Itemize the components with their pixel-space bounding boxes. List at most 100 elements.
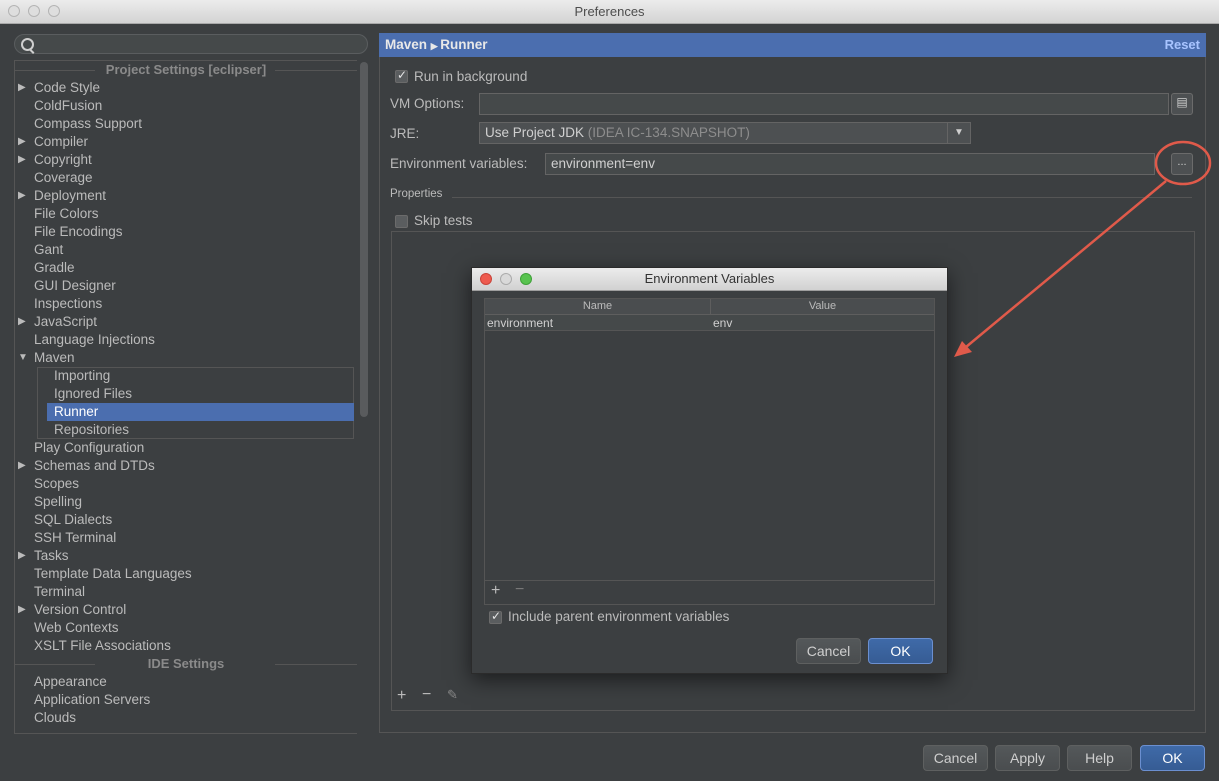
zoom-window-button[interactable] [48,5,60,17]
tree-item-copyright[interactable]: ▶ Copyright [15,151,357,169]
tree-item-application-servers[interactable]: Application Servers [15,691,357,709]
tree-item-deployment[interactable]: ▶ Deployment [15,187,357,205]
tree-item-compass-support[interactable]: Compass Support [15,115,357,133]
breadcrumb-current: Runner [440,37,488,52]
tree-item-sql-dialects[interactable]: SQL Dialects [15,511,357,529]
tree-item-scopes[interactable]: Scopes [15,475,357,493]
tree-item-ssh-terminal[interactable]: SSH Terminal [15,529,357,547]
tree-item-compiler[interactable]: ▶ Compiler [15,133,357,151]
tree-item-javascript[interactable]: ▶ JavaScript [15,313,357,331]
tree-item-coldfusion[interactable]: ColdFusion [15,97,357,115]
project-settings-group: Project Settings [eclipser] [15,61,357,79]
include-parent-label: Include parent environment variables [508,609,730,624]
table-toolbar-divider [485,580,934,581]
jre-select[interactable]: Use Project JDK (IDEA IC-134.SNAPSHOT) ▼ [479,122,971,144]
run-in-background-label: Run in background [414,69,528,84]
window-titlebar: Preferences [0,0,1219,24]
tree-item-language-injections[interactable]: Language Injections [15,331,357,349]
tree-item-terminal[interactable]: Terminal [15,583,357,601]
ide-settings-group: IDE Settings [15,655,357,673]
tree-item-gui-designer[interactable]: GUI Designer [15,277,357,295]
env-vars-label: Environment variables: [390,156,528,171]
env-vars-table[interactable]: Name Value environment env + − [484,298,935,605]
env-vars-input[interactable]: environment=env [545,153,1155,175]
skip-tests-label: Skip tests [414,213,473,228]
jre-label: JRE: [390,126,420,141]
cancel-button[interactable]: Cancel [923,745,988,771]
dialog-title: Environment Variables [644,271,775,286]
jre-hint: (IDEA IC-134.SNAPSHOT) [587,125,750,140]
help-button[interactable]: Help [1067,745,1132,771]
collapse-arrow-icon[interactable]: ▼ [18,349,28,367]
tree-item-ignored-files[interactable]: Ignored Files [37,385,354,403]
expand-arrow-icon[interactable]: ▶ [18,601,26,619]
expand-arrow-icon[interactable]: ▶ [18,457,26,475]
tree-item-repositories[interactable]: Repositories [37,421,354,439]
scrollbar-thumb[interactable] [360,62,368,417]
dialog-titlebar: Environment Variables [472,268,947,291]
close-window-button[interactable] [8,5,20,17]
breadcrumb-parent: Maven [385,37,428,52]
tree-item-importing[interactable]: Importing [37,367,354,385]
window-title: Preferences [574,4,645,19]
search-icon [21,38,34,51]
dialog-zoom-button[interactable] [520,273,532,285]
minimize-window-button[interactable] [28,5,40,17]
apply-button[interactable]: Apply [995,745,1060,771]
tree-item-gradle[interactable]: Gradle [15,259,357,277]
expand-arrow-icon[interactable]: ▶ [18,133,26,151]
tree-item-inspections[interactable]: Inspections [15,295,357,313]
tree-item-file-encodings[interactable]: File Encodings [15,223,357,241]
tree-item-spelling[interactable]: Spelling [15,493,357,511]
table-row-value-cell[interactable]: env [711,315,934,331]
vm-options-label: VM Options: [390,96,465,111]
panel-header: Maven ▶ Runner Reset [379,33,1206,57]
add-icon[interactable]: + [491,582,500,600]
table-row-name-cell[interactable]: environment [485,315,711,331]
dropdown-arrow-icon: ▼ [947,123,970,143]
tree-item-appearance[interactable]: Appearance [15,673,357,691]
tree-item-gant[interactable]: Gant [15,241,357,259]
tree-item-code-style[interactable]: ▶ Code Style [15,79,357,97]
tree-item-maven[interactable]: ▼ Maven [15,349,357,367]
tree-item-runner[interactable]: Runner [47,403,354,421]
expand-arrow-icon[interactable]: ▶ [18,547,26,565]
jre-selected-value: Use Project JDK [485,125,585,140]
remove-icon[interactable]: − [515,581,524,599]
vm-options-input[interactable] [479,93,1169,115]
expand-arrow-icon[interactable]: ▶ [18,79,26,97]
settings-tree-scrollbar[interactable] [358,60,370,732]
tree-item-web-contexts[interactable]: Web Contexts [15,619,357,637]
ok-button[interactable]: OK [1140,745,1205,771]
expand-arrow-icon[interactable]: ▶ [18,187,26,205]
tree-item-file-colors[interactable]: File Colors [15,205,357,223]
env-vars-browse-button[interactable]: ... [1171,153,1193,175]
environment-variables-dialog: Environment Variables Name Value environ… [471,267,948,674]
expand-vm-icon[interactable]: ▤ [1171,93,1193,115]
tree-item-version-control[interactable]: ▶ Version Control [15,601,357,619]
edit-icon[interactable]: ✎ [447,687,458,703]
column-header-value[interactable]: Value [711,299,934,315]
tree-item-coverage[interactable]: Coverage [15,169,357,187]
tree-item-xslt-file-associations[interactable]: XSLT File Associations [15,637,357,655]
column-header-name[interactable]: Name [485,299,711,315]
remove-icon[interactable]: − [422,686,431,704]
tree-item-tasks[interactable]: ▶ Tasks [15,547,357,565]
dialog-ok-button[interactable]: OK [868,638,933,664]
include-parent-checkbox[interactable] [489,609,502,624]
reset-link[interactable]: Reset [1165,37,1200,52]
tree-item-template-data-languages[interactable]: Template Data Languages [15,565,357,583]
run-in-background-checkbox[interactable] [395,68,408,83]
tree-item-clouds[interactable]: Clouds [15,709,357,727]
expand-arrow-icon[interactable]: ▶ [18,313,26,331]
dialog-close-button[interactable] [480,273,492,285]
skip-tests-checkbox[interactable] [395,215,408,228]
add-icon[interactable]: + [397,687,406,705]
tree-item-schemas-dtds[interactable]: ▶ Schemas and DTDs [15,457,357,475]
expand-arrow-icon[interactable]: ▶ [18,151,26,169]
settings-search-input[interactable] [14,34,368,54]
tree-item-play-configuration[interactable]: Play Configuration [15,439,357,457]
dialog-minimize-button[interactable] [500,273,512,285]
properties-divider [452,197,1192,198]
dialog-cancel-button[interactable]: Cancel [796,638,861,664]
